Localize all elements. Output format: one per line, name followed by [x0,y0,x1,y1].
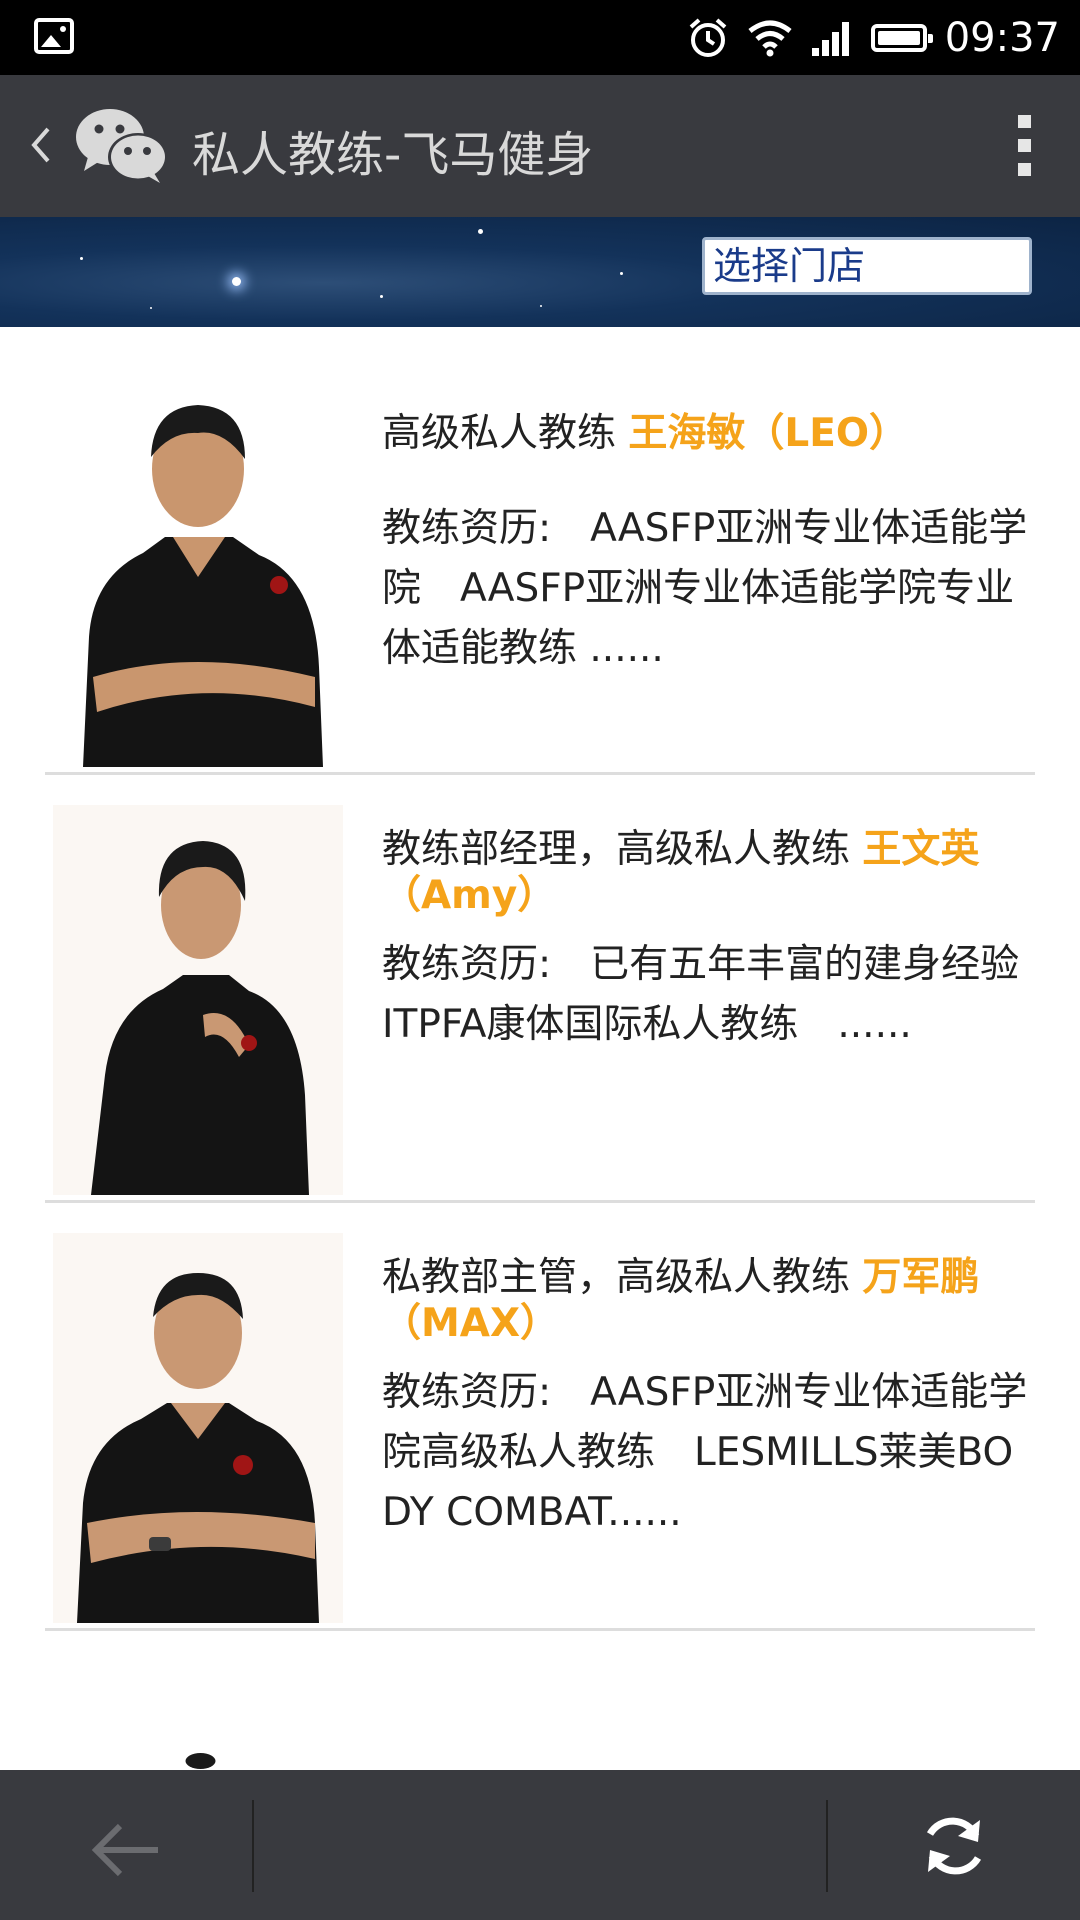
alarm-icon [689,17,727,57]
back-arrow-icon[interactable] [90,1820,162,1880]
menu-dot [1018,139,1031,152]
status-time: 09:37 [944,14,1060,61]
back-chevron-icon[interactable] [26,125,54,165]
toolbar-divider [826,1800,828,1892]
banner-star [150,307,152,309]
coach-title: 私教部主管，高级私人教练 万军鹏（MAX） [382,1255,982,1347]
app-bar: 私人教练-飞马健身 [0,75,1080,217]
toolbar-divider [252,1800,254,1892]
coach-photo [53,1233,343,1623]
coach-card-partial[interactable] [45,1631,1035,1771]
banner-star [620,272,623,275]
coach-photo [185,1753,216,1769]
coach-card[interactable]: 高级私人教练 王海敏（LEO） 教练资历: AASFP亚洲专业体适能学院 AAS… [45,347,1035,775]
coach-title: 高级私人教练 王海敏（LEO） [382,411,982,457]
battery-icon [870,23,933,52]
app-title: 私人教练-飞马健身 [192,127,594,183]
banner-star [232,277,241,286]
wifi-icon [748,20,792,56]
store-select[interactable]: 选择门店 [702,237,1032,295]
coach-name: 王海敏（LEO） [628,411,909,456]
header-banner: 选择门店 [0,217,1080,327]
coach-bio: 教练资历: AASFP亚洲专业体适能学院高级私人教练 LESMILLS莱美BOD… [382,1370,1028,1535]
coach-role: 私教部主管，高级私人教练 [382,1255,863,1300]
coach-role: 高级私人教练 [382,411,629,456]
more-vertical-icon[interactable] [1018,115,1032,177]
banner-star [540,305,542,307]
coach-card[interactable]: 教练部经理，高级私人教练 王文英（Amy） 教练资历: 已有五年丰富的建身经验 … [45,775,1059,1203]
banner-star [80,257,83,260]
coach-photo [53,377,343,767]
coach-title: 教练部经理，高级私人教练 王文英（Amy） [382,827,982,919]
coach-bio: 教练资历: 已有五年丰富的建身经验 ITPFA康体国际私人教练 ...... [382,942,1059,1047]
status-bar: 09:37 [0,0,1080,75]
menu-dot [1018,163,1031,176]
bottom-toolbar [0,1770,1080,1920]
banner-star [478,229,483,234]
signal-icon [811,21,849,56]
banner-star [380,295,383,298]
coach-card[interactable]: 私教部主管，高级私人教练 万军鹏（MAX） 教练资历: AASFP亚洲专业体适能… [45,1203,1035,1631]
status-right-group: 09:37 [687,0,1060,75]
image-icon [34,18,74,54]
menu-dot [1018,115,1031,128]
coach-role: 教练部经理，高级私人教练 [382,827,863,872]
wechat-logo-icon [76,109,168,183]
coach-photo [53,805,343,1195]
refresh-icon[interactable] [918,1810,990,1882]
coach-bio: 教练资历: AASFP亚洲专业体适能学院 AASFP亚洲专业体适能学院专业体适能… [382,506,1028,671]
